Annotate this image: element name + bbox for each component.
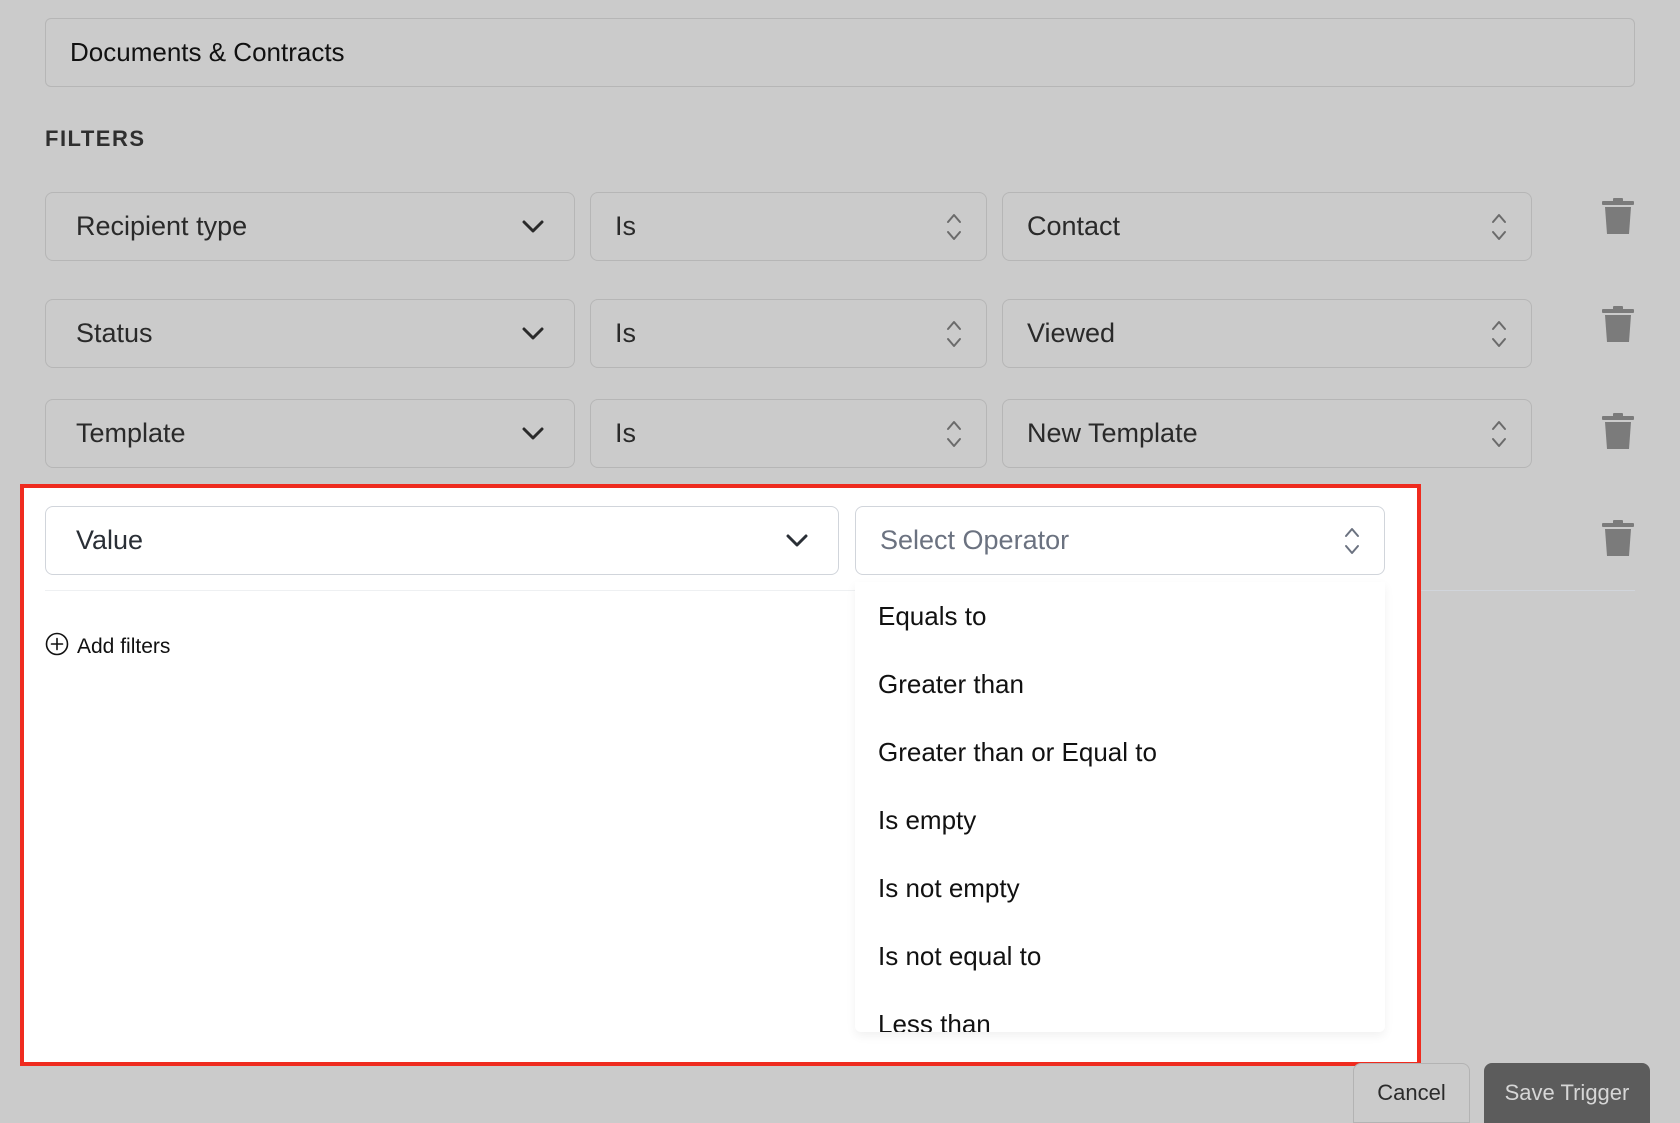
filter-field-value: Template: [76, 418, 186, 448]
chevron-down-icon: [522, 427, 544, 441]
filter-field-select[interactable]: Status: [45, 299, 575, 368]
operator-option[interactable]: Is not empty: [855, 854, 1385, 922]
filter-operator-select[interactable]: Is: [590, 192, 987, 261]
filter-value-value: Contact: [1027, 211, 1121, 241]
filter-value-select[interactable]: New Template: [1002, 399, 1532, 468]
trigger-name-value: Documents & Contracts: [70, 37, 345, 67]
new-filter-field-select[interactable]: Value: [45, 506, 839, 575]
operator-option[interactable]: Equals to: [855, 582, 1385, 650]
trigger-name-field[interactable]: Documents & Contracts: [45, 18, 1635, 87]
filter-field-value: Recipient type: [76, 211, 248, 241]
chevron-up-down-icon: [1344, 526, 1360, 556]
filter-field-select[interactable]: Template: [45, 399, 575, 468]
operator-option[interactable]: Greater than: [855, 650, 1385, 718]
chevron-up-down-icon: [946, 419, 962, 449]
chevron-up-down-icon: [1491, 319, 1507, 349]
filter-value-value: Viewed: [1027, 318, 1116, 348]
add-filters-label: Add filters: [77, 635, 171, 658]
filter-operator-value: Is: [615, 418, 637, 448]
filter-operator-select[interactable]: Is: [590, 299, 987, 368]
operator-select[interactable]: Select Operator: [855, 506, 1385, 575]
save-trigger-button[interactable]: Save Trigger: [1484, 1063, 1650, 1123]
chevron-down-icon: [522, 327, 544, 341]
filter-value-select[interactable]: Contact: [1002, 192, 1532, 261]
operator-option[interactable]: Is empty: [855, 786, 1385, 854]
trash-icon[interactable]: [1602, 306, 1634, 342]
chevron-up-down-icon: [1491, 212, 1507, 242]
operator-dropdown-menu: Equals to Greater than Greater than or E…: [855, 582, 1385, 1032]
trash-icon[interactable]: [1602, 520, 1634, 556]
filter-operator-value: Is: [615, 318, 637, 348]
chevron-up-down-icon: [946, 319, 962, 349]
operator-option[interactable]: Greater than or Equal to: [855, 718, 1385, 786]
new-filter-field-value: Value: [76, 525, 144, 555]
operator-option[interactable]: Less than: [855, 990, 1385, 1033]
filter-operator-select[interactable]: Is: [590, 399, 987, 468]
trash-icon[interactable]: [1602, 413, 1634, 449]
plus-circle-icon: [45, 632, 69, 662]
add-filters-button[interactable]: Add filters: [45, 632, 170, 662]
chevron-down-icon: [522, 220, 544, 234]
filter-field-value: Status: [76, 318, 153, 348]
trash-icon[interactable]: [1602, 198, 1634, 234]
chevron-up-down-icon: [946, 212, 962, 242]
filters-heading: FILTERS: [45, 126, 146, 151]
chevron-up-down-icon: [1491, 419, 1507, 449]
operator-placeholder: Select Operator: [880, 525, 1070, 555]
filter-value-value: New Template: [1027, 418, 1198, 448]
filter-value-select[interactable]: Viewed: [1002, 299, 1532, 368]
filter-field-select[interactable]: Recipient type: [45, 192, 575, 261]
cancel-button[interactable]: Cancel: [1353, 1063, 1470, 1123]
operator-option[interactable]: Is not equal to: [855, 922, 1385, 990]
chevron-down-icon: [786, 534, 808, 548]
filter-operator-value: Is: [615, 211, 637, 241]
